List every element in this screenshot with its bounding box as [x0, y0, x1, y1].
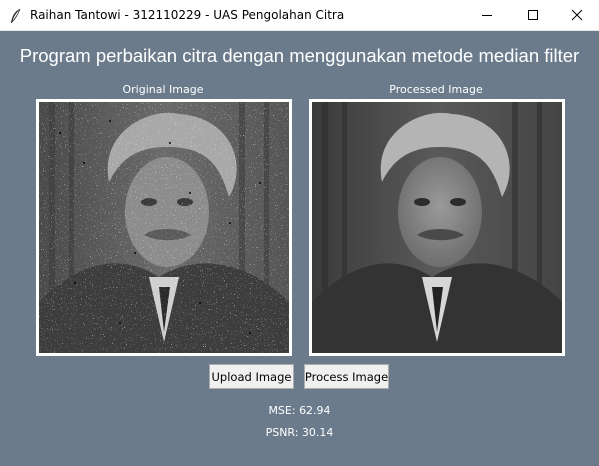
- original-image: [36, 99, 292, 356]
- page-title: Program perbaikan citra dengan menggunak…: [19, 45, 580, 66]
- app-window: Raihan Tantowi - 312110229 - UAS Pengola…: [0, 0, 599, 466]
- psnr-value: PSNR: 30.14: [265, 426, 334, 439]
- upload-image-button[interactable]: Upload Image: [209, 364, 294, 389]
- close-icon: [571, 9, 583, 21]
- original-image-label: Original Image: [122, 83, 204, 96]
- maximize-button[interactable]: [510, 0, 556, 30]
- close-button[interactable]: [554, 0, 599, 30]
- window-title: Raihan Tantowi - 312110229 - UAS Pengola…: [30, 8, 345, 22]
- title-bar[interactable]: Raihan Tantowi - 312110229 - UAS Pengola…: [0, 0, 599, 31]
- maximize-icon: [528, 10, 538, 20]
- processed-image-label: Processed Image: [389, 83, 483, 96]
- process-image-button[interactable]: Process Image: [304, 364, 389, 389]
- mse-value: MSE: 62.94: [268, 404, 331, 417]
- feather-icon: [11, 8, 21, 23]
- minimize-button[interactable]: [464, 0, 510, 30]
- minimize-icon: [482, 15, 492, 16]
- processed-image: [309, 99, 565, 356]
